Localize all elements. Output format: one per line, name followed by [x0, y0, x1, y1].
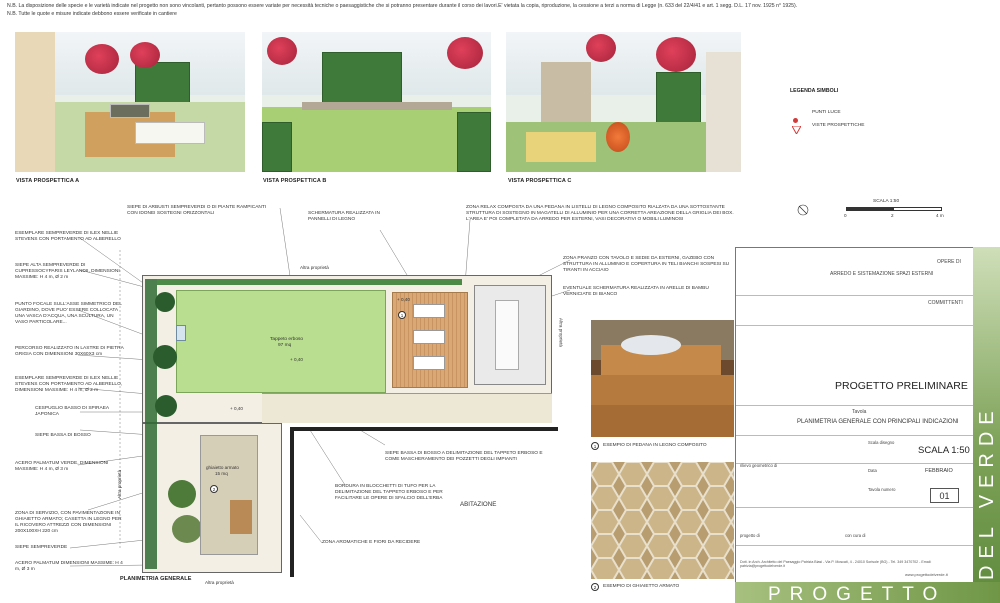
scale-title: SCALA 1:50	[873, 199, 900, 204]
brand-vertical-text: DEL VERDE	[976, 404, 998, 580]
legend-item-views: VISTE PROSPETTICHE	[812, 123, 865, 128]
example-1-caption: ESEMPIO DI PEDANA IN LEGNO COMPOSITO	[603, 443, 707, 448]
stone-path	[262, 393, 552, 423]
example-photo-gravel	[591, 462, 734, 579]
house-label: ABITAZIONE	[460, 501, 497, 508]
label-box-hedge: SIEPE BASSA DI BOSSO A DELIMITAZIONE DEL…	[385, 451, 543, 462]
data-label: Data	[868, 468, 877, 473]
property-bottom-label: Altra proprietà	[205, 580, 234, 585]
opere-label: OPERE DI	[937, 259, 961, 265]
committenti-label: COMMITTENTI	[928, 300, 963, 306]
label-wood-screen: SCHERMATURA REALIZZATA IN PANNELLI DI LE…	[308, 211, 380, 222]
tree-holly-1	[155, 292, 175, 312]
label-tall-hedge: SIEPE ALTA SEMPREVERDE DI CUPRESSOCYPARI…	[15, 263, 120, 280]
label-bamboo-screen: EVENTUALE SCHERMATURA REALIZZATA IN AREL…	[563, 286, 709, 297]
lounge-1	[413, 304, 445, 318]
disclaimer-note: N.B. La disposizione delle specie e le v…	[7, 3, 798, 9]
data-value: FEBBRAIO	[925, 468, 953, 474]
label-relax-zone: ZONA RELAX COMPOSTA DA UNA PEDANA IN LIS…	[466, 205, 734, 222]
property-right-label: Altra proprietà	[558, 318, 564, 347]
numero-value: 01	[930, 488, 959, 503]
evergreen-hedge-left	[145, 279, 157, 569]
scala-value: SCALA 1:50	[918, 445, 970, 456]
label-climbing-hedge: SIEPE DI ARBUSTI SEMPREVERDI O DI PIANTE…	[127, 205, 267, 216]
north-arrow-icon	[797, 203, 809, 221]
scale-tick-0: 0	[844, 213, 847, 218]
label-spiraea: CESPUGLIO BASSO DI SPIRAEA JAPONICA	[35, 406, 109, 417]
gravel-area-value: 15 mq	[215, 471, 228, 476]
path-level: + 0,40	[230, 406, 243, 411]
example-2-caption: ESEMPIO DI GHIAIETTO ARMATO	[603, 584, 680, 589]
example-photo-deck	[591, 320, 734, 437]
view-b-caption: VISTA PROSPETTICA B	[263, 178, 327, 184]
perspective-view-b	[262, 32, 491, 172]
focal-point	[176, 325, 186, 341]
label-stone-path: PERCORSO REALIZZATO IN LASTRE DI PIETRA …	[15, 346, 124, 357]
house-wall-left	[290, 427, 294, 577]
lounge-2	[413, 330, 445, 344]
label-aromatic-zone: ZONA AROMATICHE E FIORI DA RECIDERE	[322, 540, 421, 545]
label-focal-point: PUNTO FOCALE SULL'ASSE SIMMETRICO DEL GI…	[15, 302, 122, 325]
project-type: PROGETTO PRELIMINARE	[835, 380, 968, 392]
tree-maple-1	[168, 480, 196, 508]
scale-tick-4: 4 m	[936, 213, 944, 218]
gravel-marker: 2	[210, 485, 218, 493]
scala-label: Scala disegno	[868, 440, 895, 445]
tavola-label: Tavola	[852, 409, 867, 415]
view-a-caption: VISTA PROSPETTICA A	[16, 178, 80, 184]
lounge-3	[413, 356, 445, 370]
dining-table	[495, 300, 519, 370]
legend-title: LEGENDA SIMBOLI	[790, 88, 839, 94]
label-maple: ACERO PALMATUM DIMENSIONI MASSIME: H 4 m…	[15, 561, 123, 572]
tree-holly-2	[153, 345, 177, 369]
gravel-label: ghiaietto armato	[206, 465, 239, 470]
label-holly-1: ESEMPLARE SEMPREVERDE DI ILEX NELLIE STE…	[15, 231, 121, 242]
verification-note: N.B. Tutte le quote e misure indicate de…	[7, 11, 177, 17]
tree-holly-3	[155, 395, 177, 417]
gravel-area	[200, 435, 258, 555]
label-evergreen-hedge: SIEPE SEMPREVERDE	[15, 545, 68, 550]
website: www.progettodelverde.it	[905, 572, 948, 577]
tool-shed	[230, 500, 252, 534]
lawn-level: + 0,40	[290, 357, 303, 362]
view-arrow-icon	[791, 121, 802, 139]
label-green-maple: ACERO PALMATUM VERDE, DIMENSIONI MASSIME…	[15, 461, 109, 472]
label-holly-2: ESEMPLARE SEMPREVERDE DI ILEX NELLIE STE…	[15, 376, 123, 393]
perspective-view-c	[506, 32, 741, 172]
label-service-zone: ZONA DI SERVIZIO, CON PAVIMENTAZIONE IN …	[15, 511, 122, 534]
example-2-marker: 2	[591, 583, 599, 591]
hedge-top	[157, 279, 462, 285]
label-low-hedge: SIEPE BASSA DI BOSSO	[35, 433, 91, 438]
deck-marker: 1	[398, 311, 406, 319]
plan-title: PLANIMETRIA GENERALE	[120, 576, 192, 582]
label-dining-zone: ZONA PRANZO CON TAVOLO E SEDIE DA ESTERN…	[563, 256, 730, 273]
brand-horizontal-text: PROGETTO	[768, 584, 947, 603]
example-1-marker: 1	[591, 442, 599, 450]
progetto-label: progetto di	[740, 533, 760, 538]
rilievo-label: rilievo geometrico di	[740, 463, 778, 468]
view-c-caption: VISTA PROSPETTICA C	[508, 178, 572, 184]
scale-bar	[846, 207, 942, 211]
scale-tick-2: 2	[891, 213, 894, 218]
lawn-area-value: 97 mq	[278, 343, 292, 348]
legend-item-lights: PUNTI LUCE	[812, 110, 841, 115]
cura-label: con cura di	[845, 533, 866, 538]
deck-level: + 0,40	[397, 297, 410, 302]
property-left-label: Altra proprietà	[117, 470, 122, 499]
perspective-view-a	[15, 32, 245, 172]
house-wall-top	[290, 427, 558, 431]
numero-label: Tavola numero	[868, 487, 896, 492]
address-line: Dott. in Arch. Architetto del Paesaggio …	[740, 560, 932, 568]
label-tufo-border: BORDURA IN BLOCCHETTI DI TUFO PER LA DEL…	[335, 484, 443, 501]
property-top-label: Altra proprietà	[300, 265, 329, 270]
opere-value: ARREDO E SISTEMAZIONE SPAZI ESTERNI	[830, 271, 934, 277]
tree-maple-2	[172, 515, 202, 543]
tavola-value: PLANIMETRIA GENERALE CON PRINCIPALI INDI…	[797, 419, 959, 425]
